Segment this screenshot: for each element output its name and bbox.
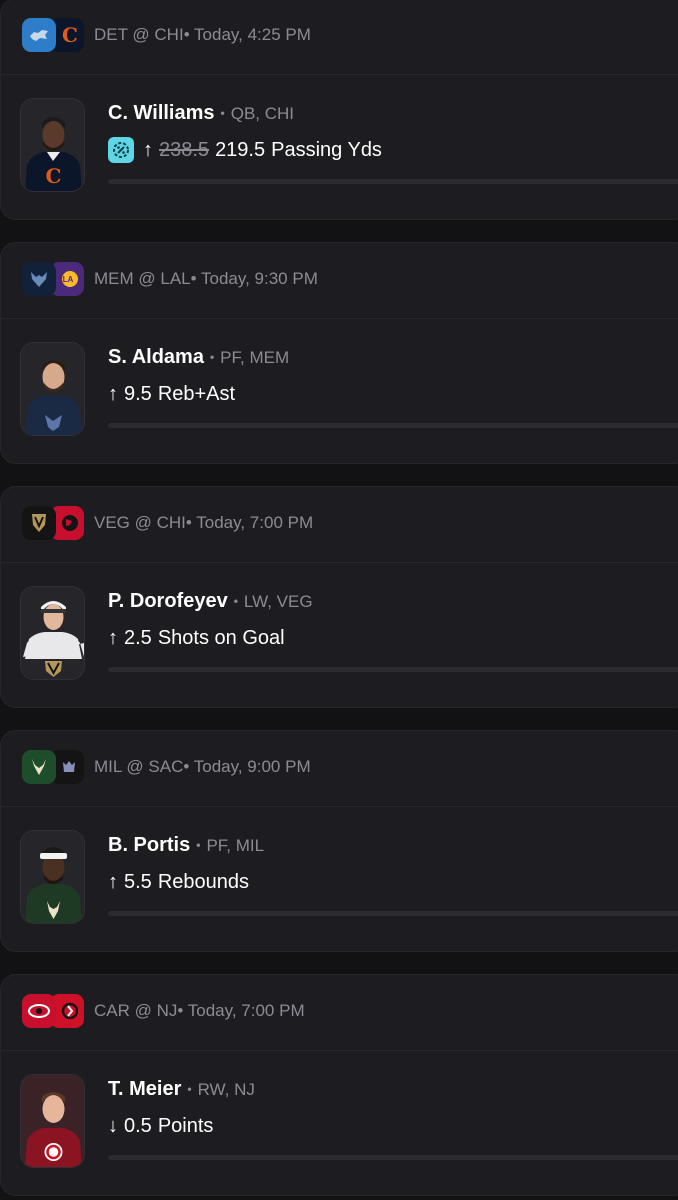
golden-knights-logo-icon [22,506,56,540]
player-name: T. Meier [108,1078,182,1100]
stat-type: Reb+Ast [157,382,236,405]
prop-card[interactable]: C DET @ CHI• Today, 4:25 PM C C. William… [0,0,678,220]
lions-logo-icon [22,18,56,52]
player-name: C. Williams [108,102,215,124]
arrow-up-icon: ↑ [108,626,118,649]
progress-track [108,911,678,916]
prop-card[interactable]: CAR @ NJ• Today, 7:00 PM T. Meier • RW, NJ… [0,974,678,1196]
arrow-down-icon: ↓ [108,1114,118,1137]
arrow-up-icon: ↑ [108,870,118,893]
arrow-up-icon: ↑ [108,382,118,405]
game-header: VEG @ CHI• Today, 7:00 PM [1,487,678,563]
game-header: CAR @ NJ• Today, 7:00 PM [1,975,678,1051]
boost-icon [108,137,134,163]
line-value: 0.5 [124,1114,152,1137]
team-logos: C [22,18,92,52]
player-avatar: C [20,98,85,192]
hurricanes-logo-icon [22,994,56,1028]
progress-track [108,667,678,672]
stat-type: Rebounds [157,870,249,893]
player-position: QB, CHI [230,104,295,123]
player-avatar [20,342,85,436]
progress-track [108,423,678,428]
game-info: MEM @ LAL• Today, 9:30 PM [94,269,318,288]
player-position: PF, MEM [220,348,290,367]
prop-feed: C DET @ CHI• Today, 4:25 PM C C. William… [0,0,678,1200]
team-logos [22,506,92,540]
prop-line: ↑ 2.5 Shots on Goal [108,624,285,652]
player-name: P. Dorofeyev [108,590,228,612]
game-info: CAR @ NJ• Today, 7:00 PM [94,1001,305,1020]
player-name: B. Portis [108,834,191,856]
player-name-row: B. Portis • PF, MIL [108,834,265,856]
line-value: 5.5 [124,870,152,893]
line-value: 9.5 [124,382,152,405]
grizzlies-logo-icon [22,262,56,296]
player-name-row: S. Aldama • PF, MEM [108,346,290,368]
game-header: C DET @ CHI• Today, 4:25 PM [1,0,678,75]
player-position: RW, NJ [197,1080,255,1099]
prop-card[interactable]: MIL @ SAC• Today, 9:00 PM B. Portis • PF, … [0,730,678,952]
svg-text:C: C [46,164,62,188]
prop-line: ↑ 9.5 Reb+Ast [108,380,235,408]
player-name: S. Aldama [108,346,204,368]
player-avatar [20,830,85,924]
player-avatar [20,586,85,680]
player-avatar [20,1074,85,1168]
stat-type: Shots on Goal [157,626,285,649]
stat-type: Passing Yds [271,138,382,161]
line-value: 2.5 [124,626,152,649]
original-line: 238.5 [159,138,210,161]
game-info: VEG @ CHI• Today, 7:00 PM [94,513,314,532]
player-position: LW, VEG [243,592,313,611]
player-name-row: P. Dorofeyev • LW, VEG [108,590,313,612]
prop-line: ↑ 5.5 Rebounds [108,868,249,896]
team-logos: LA [22,262,92,296]
game-header: MIL @ SAC• Today, 9:00 PM [1,731,678,807]
player-name-row: T. Meier • RW, NJ [108,1078,255,1100]
player-position: PF, MIL [206,836,265,855]
progress-track [108,1155,678,1160]
prop-card[interactable]: LA MEM @ LAL• Today, 9:30 PM S. Aldama • P… [0,242,678,464]
player-name-row: C. Williams • QB, CHI [108,102,295,124]
prop-line: ↓ 0.5 Points [108,1112,213,1140]
game-header: LA MEM @ LAL• Today, 9:30 PM [1,243,678,319]
svg-text:LA: LA [63,275,74,284]
team-logos [22,994,92,1028]
arrow-up-icon: ↑ [143,138,153,161]
game-info: DET @ CHI• Today, 4:25 PM [94,25,311,44]
progress-track [108,179,678,184]
stat-type: Points [157,1114,214,1137]
prop-card[interactable]: VEG @ CHI• Today, 7:00 PM P. Dorofeyev • L… [0,486,678,708]
team-logos [22,750,92,784]
bucks-logo-icon [22,750,56,784]
prop-line: ↑ 238.5 219.5 Passing Yds [108,136,382,164]
game-info: MIL @ SAC• Today, 9:00 PM [94,757,311,776]
line-value: 219.5 [215,138,266,161]
